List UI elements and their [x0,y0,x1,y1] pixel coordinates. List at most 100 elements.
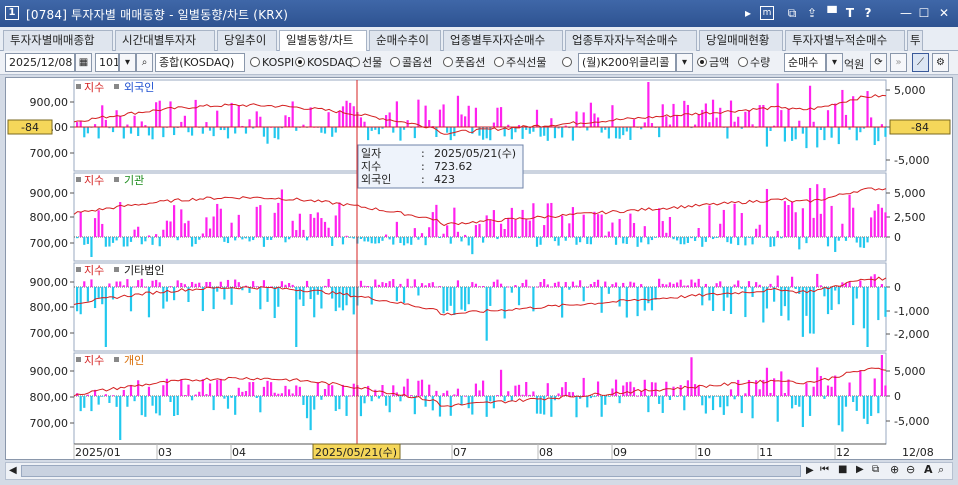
radio-put-option[interactable]: 풋옵션 [443,55,485,71]
net-buy-bar [661,396,664,413]
net-buy-bar [848,382,851,396]
product-select[interactable]: (월)K200위클리콜 [578,53,676,72]
tab-investor-cumulative[interactable]: 투자자별누적순매수 [785,30,905,51]
chart-area[interactable]: 900,00800,00700,005,0000-5,000지수외국인900,0… [5,77,953,460]
net-buy-bar [237,387,240,396]
type-dropdown-icon[interactable]: ▾ [826,53,843,72]
net-buy-bar [417,99,420,127]
tab-intraday-trend[interactable]: 당일추이 [217,30,277,51]
net-buy-bar [654,237,657,238]
net-buy-bar [205,394,208,396]
scroll-track[interactable] [21,465,801,477]
net-buy-bar [805,383,808,396]
left-tick-label: 800,00 [30,301,69,314]
minimize-icon[interactable]: — [898,5,914,21]
pin-icon[interactable]: ▀ [824,5,840,21]
radio-circle-icon [562,57,572,67]
net-buy-bar [108,237,111,247]
tab-time-investor[interactable]: 시간대별투자자 [115,30,215,51]
net-buy-bar [151,127,154,140]
chart-view-icon[interactable]: ⟋ [912,53,929,72]
net-buy-bar [805,287,808,316]
net-buy-bar [525,381,528,396]
net-buy-bar [726,287,729,298]
radio-quantity[interactable]: 수량 [738,55,770,71]
text-icon[interactable]: A [924,463,933,476]
search-icon[interactable]: ⌕ [136,53,153,72]
net-buy-bar [431,212,434,237]
net-buy-bar [701,396,704,406]
scroll-right-icon[interactable]: ▶ [806,465,814,476]
type-select[interactable]: 순매수 [784,53,826,72]
net-buy-bar [273,212,276,237]
net-buy-bar [539,281,542,287]
net-buy-bar [744,393,747,396]
memo-icon[interactable]: m [760,6,774,20]
tab-more[interactable]: 투 [907,30,923,51]
net-buy-bar [665,116,668,127]
net-buy-bar [614,127,618,139]
net-buy-bar [755,228,758,237]
net-buy-bar [208,383,212,396]
tab-net-buy-trend[interactable]: 순매수추이 [369,30,441,51]
radio-amount[interactable]: 금액 [697,55,729,71]
net-buy-bar [115,237,118,241]
radio-stock-futures[interactable]: 주식선물 [494,55,546,71]
refresh-icon[interactable]: ⟳ [870,53,887,72]
tab-sector-cumulative[interactable]: 업종투자자누적순매수 [565,30,697,51]
upload-icon[interactable]: ⇪ [804,5,820,21]
settings-icon[interactable]: ⚙ [932,53,949,72]
net-buy-bar [147,386,151,396]
net-buy-bar [769,127,772,131]
zoom-out-icon[interactable]: ⊖ [906,463,915,476]
calendar-icon[interactable]: ▦ [75,53,92,72]
radio-weekly[interactable] [562,55,574,71]
help-icon[interactable]: ? [860,5,876,21]
investor-chart[interactable]: 900,00800,00700,005,0000-5,000지수외국인900,0… [6,78,952,460]
tooltip-value: 2025/05/21(수) [434,147,516,160]
window-icon[interactable]: ⧉ [872,464,879,475]
tab-daily-chart[interactable]: 일별동향/차트 [279,30,367,52]
zoom-in-icon[interactable]: ⊕ [890,463,899,476]
chart-scrollbar[interactable]: ◀ ▶ ⏮ ■ ▶ ⧉ ⊕ ⊖ A ⌕ [5,462,953,480]
tab-daily-trading[interactable]: 당일매매현황 [699,30,783,51]
net-buy-bar [413,127,416,139]
net-buy-bar [180,121,183,127]
tab-sector-net-buy[interactable]: 업종별투자자순매수 [443,30,563,51]
stop-icon[interactable]: ■ [838,464,847,475]
radio-futures[interactable]: 선물 [350,55,382,71]
play-icon[interactable]: ▶ [856,464,864,475]
net-buy-bar [747,237,751,238]
next-icon[interactable]: » [890,53,907,72]
net-buy-bar [320,127,323,133]
code-dropdown-icon[interactable]: ▾ [119,53,136,72]
maximize-icon[interactable]: ☐ [916,5,932,21]
net-buy-bar [625,127,628,132]
rewind-icon[interactable]: ⏮ [820,464,829,475]
expand-icon[interactable]: ▸ [740,5,756,21]
tab-investor-summary[interactable]: 투자자별매매종합 [3,30,113,51]
scroll-left-icon[interactable]: ◀ [9,465,17,476]
search-icon[interactable]: ⌕ [938,463,944,477]
net-buy-bar [722,396,725,415]
link-icon[interactable]: ⧉ [784,5,800,21]
radio-kospi[interactable]: KOSPI [250,55,294,71]
net-buy-bar [259,396,262,413]
net-buy-bar [86,287,89,302]
font-icon[interactable]: T [842,5,858,21]
net-buy-bar [482,237,485,243]
net-buy-bar [622,282,625,287]
net-buy-bar [198,282,201,287]
net-buy-bar [801,127,804,134]
net-buy-bar [431,282,434,287]
product-dropdown-icon[interactable]: ▾ [676,53,693,72]
date-input[interactable]: 2025/12/08 [5,53,75,72]
radio-call-option[interactable]: 콜옵션 [390,55,432,71]
net-buy-bar [826,287,830,315]
net-buy-bar [302,287,305,306]
close-icon[interactable]: ✕ [936,5,952,21]
radio-kosdaq[interactable]: KOSDAQ [295,55,354,71]
net-buy-bar [90,279,93,287]
net-buy-bar [219,378,222,396]
code-input[interactable]: 101 [95,53,119,72]
